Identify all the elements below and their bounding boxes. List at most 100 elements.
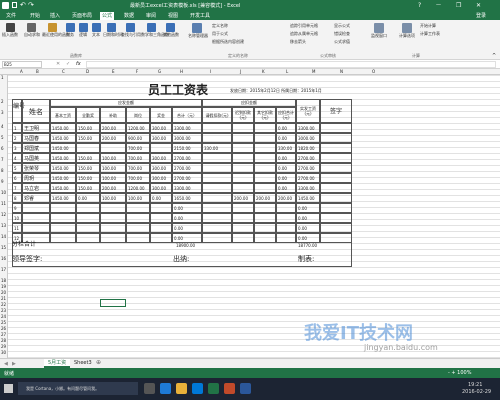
amount-cell[interactable]: 300.00 (150, 183, 172, 193)
row-number-cell[interactable]: 11 (12, 223, 22, 233)
close-button[interactable]: ✕ (476, 2, 481, 9)
amount-cell[interactable] (232, 183, 254, 193)
amount-cell[interactable]: 200.00 (100, 133, 126, 143)
amount-cell[interactable] (254, 203, 276, 213)
amount-cell[interactable]: 1820.00 (296, 143, 320, 153)
amount-cell[interactable] (276, 203, 296, 213)
signature-cell[interactable] (320, 183, 352, 193)
row-header[interactable]: 21 (1, 296, 6, 301)
amount-cell[interactable] (202, 123, 232, 133)
row-header[interactable]: 28 (1, 338, 6, 343)
amount-cell[interactable]: 2700.00 (296, 173, 320, 183)
amount-cell[interactable] (254, 183, 276, 193)
amount-cell[interactable]: 3000.00 (296, 133, 320, 143)
amount-cell[interactable]: 0.00 (276, 123, 296, 133)
row-number-cell[interactable]: 2 (12, 133, 22, 143)
column-header[interactable]: E (112, 69, 115, 74)
amount-cell[interactable] (202, 163, 232, 173)
amount-cell[interactable] (276, 213, 296, 223)
amount-cell[interactable]: 200.00 (100, 123, 126, 133)
amount-cell[interactable]: 150.00 (76, 173, 100, 183)
column-header[interactable]: H (180, 69, 183, 74)
row-header[interactable]: 15 (1, 245, 6, 250)
amount-cell[interactable]: 100.00 (100, 193, 126, 203)
amount-cell[interactable]: 300.00 (150, 123, 172, 133)
amount-cell[interactable] (100, 143, 126, 153)
row-header[interactable]: 2 (1, 99, 4, 104)
signature-cell[interactable] (320, 133, 352, 143)
tab-formulas[interactable]: 公式 (100, 12, 115, 20)
row-header[interactable]: 20 (1, 290, 6, 295)
amount-cell[interactable]: 150.00 (76, 183, 100, 193)
amount-cell[interactable]: 1450.00 (50, 193, 76, 203)
amount-cell[interactable] (50, 233, 76, 243)
column-header[interactable]: F (136, 69, 138, 74)
amount-cell[interactable] (232, 223, 254, 233)
amount-cell[interactable] (232, 163, 254, 173)
logical-button[interactable]: 逻辑 (77, 23, 89, 37)
amount-cell[interactable]: 200.00 (276, 193, 296, 203)
create-from-selection-button[interactable]: 根据所选内容创建 (212, 39, 244, 44)
amount-cell[interactable]: 1450.00 (50, 153, 76, 163)
amount-cell[interactable] (232, 143, 254, 153)
employee-name-cell[interactable]: 王卫明 (22, 123, 50, 133)
amount-cell[interactable]: 1450.00 (296, 193, 320, 203)
amount-cell[interactable]: 3300.00 (172, 183, 202, 193)
amount-cell[interactable]: 2700.00 (296, 153, 320, 163)
trace-precedents-button[interactable]: 追踪引用单元格 (290, 23, 318, 28)
amount-cell[interactable]: 1450.00 (50, 163, 76, 173)
amount-cell[interactable] (76, 233, 100, 243)
amount-cell[interactable]: 1450.00 (50, 143, 76, 153)
column-header[interactable]: N (340, 69, 343, 74)
worksheet-grid[interactable]: 员工工资表 发放日期：2015年2月12日 所属日期：2015年1月 编号 姓名… (8, 75, 500, 358)
lookup-reference-button[interactable]: 查找与引用 (121, 23, 141, 37)
amount-cell[interactable] (150, 143, 172, 153)
evaluate-formula-button[interactable]: 公式求值 (334, 39, 350, 44)
amount-cell[interactable]: 0.00 (172, 233, 202, 243)
row-header[interactable]: 9 (1, 179, 4, 184)
amount-cell[interactable]: 150.00 (76, 123, 100, 133)
amount-cell[interactable] (100, 223, 126, 233)
row-number-cell[interactable]: 8 (12, 193, 22, 203)
amount-cell[interactable]: 0.00 (276, 133, 296, 143)
amount-cell[interactable]: 2700.00 (172, 163, 202, 173)
sign-in-link[interactable]: 登录 (474, 12, 488, 20)
add-sheet-button[interactable]: ⊕ (96, 359, 101, 366)
column-header[interactable]: A (20, 69, 23, 74)
amount-cell[interactable]: 150.00 (76, 163, 100, 173)
row-header[interactable]: 29 (1, 344, 6, 349)
amount-cell[interactable] (202, 193, 232, 203)
task-view-icon[interactable] (144, 383, 155, 394)
tab-file[interactable]: 文件 (4, 12, 18, 20)
amount-cell[interactable]: 2700.00 (172, 173, 202, 183)
amount-cell[interactable]: 700.00 (126, 163, 150, 173)
row-number-cell[interactable]: 1 (12, 123, 22, 133)
column-header[interactable]: O (372, 69, 375, 74)
row-header[interactable]: 23 (1, 308, 6, 313)
math-trig-button[interactable]: 数学和三角函数 (141, 23, 169, 37)
row-number-cell[interactable]: 10 (12, 213, 22, 223)
autosum-button[interactable]: 自动求和 (24, 23, 40, 37)
signature-cell[interactable] (320, 203, 352, 213)
error-checking-button[interactable]: 错误检查 (334, 31, 350, 36)
amount-cell[interactable] (202, 213, 232, 223)
redo-icon[interactable]: ↷ (28, 1, 34, 9)
row-header[interactable]: 26 (1, 326, 6, 331)
tab-review[interactable]: 审阅 (144, 12, 158, 20)
amount-cell[interactable]: 330.00 (202, 143, 232, 153)
row-header[interactable]: 17 (1, 267, 6, 272)
amount-cell[interactable]: 150.00 (76, 153, 100, 163)
amount-cell[interactable]: 2150.00 (172, 143, 202, 153)
column-header[interactable]: K (262, 69, 265, 74)
excel-taskbar-icon[interactable] (208, 383, 219, 394)
amount-cell[interactable]: 0.00 (296, 213, 320, 223)
row-number-cell[interactable]: 6 (12, 173, 22, 183)
employee-name-cell[interactable]: 周玥 (22, 173, 50, 183)
amount-cell[interactable]: 3300.00 (296, 183, 320, 193)
text-button[interactable]: 文本 (90, 23, 102, 37)
amount-cell[interactable] (100, 233, 126, 243)
row-header[interactable]: 11 (1, 201, 6, 206)
amount-cell[interactable]: 100.00 (100, 153, 126, 163)
amount-cell[interactable] (126, 233, 150, 243)
amount-cell[interactable] (76, 203, 100, 213)
